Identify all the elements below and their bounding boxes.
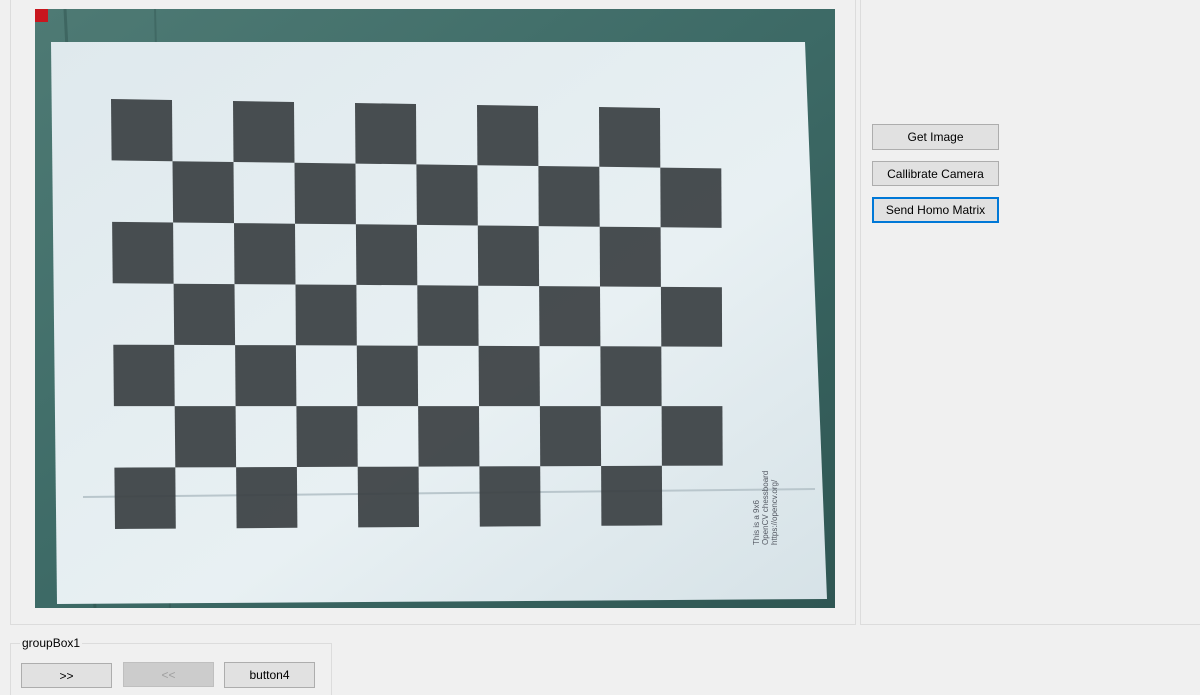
chessboard-square xyxy=(416,164,478,226)
chessboard-square xyxy=(296,406,358,467)
chessboard-square xyxy=(661,406,723,466)
chessboard-square xyxy=(600,346,662,407)
group-box-title: groupBox1 xyxy=(20,636,83,650)
chessboard-square xyxy=(479,466,541,527)
chessboard-square xyxy=(660,286,723,347)
send-homo-matrix-button[interactable]: Send Homo Matrix xyxy=(872,197,999,223)
chessboard-square xyxy=(539,406,602,467)
chessboard-square xyxy=(172,161,234,224)
chessboard-square xyxy=(599,226,661,287)
board-caption-line-2: OpenCV chessboard xyxy=(761,471,770,545)
chessboard-square xyxy=(538,166,600,227)
chessboard-square xyxy=(601,465,663,526)
chessboard-square xyxy=(113,344,175,407)
chessboard-square xyxy=(418,406,480,467)
calibrate-camera-button[interactable]: Callibrate Camera xyxy=(872,161,999,186)
chessboard-square xyxy=(111,99,173,162)
next-button[interactable]: >> xyxy=(21,663,112,688)
prev-button: << xyxy=(123,662,214,687)
chessboard-square xyxy=(235,345,297,407)
chessboard-square xyxy=(539,286,601,347)
chessboard-square xyxy=(599,107,661,168)
board-caption-line-1: This is a 9x6 xyxy=(752,500,761,545)
chessboard-square xyxy=(355,103,417,165)
corner-marker xyxy=(35,9,48,22)
chessboard-photo: This is a 9x6 OpenCV chessboard https://… xyxy=(35,9,835,608)
chessboard-square xyxy=(233,101,295,163)
button4-button[interactable]: button4 xyxy=(224,662,315,688)
main-window: This is a 9x6 OpenCV chessboard https://… xyxy=(0,0,1200,695)
chessboard-square xyxy=(294,162,356,225)
chessboard-square xyxy=(417,285,479,346)
get-image-button[interactable]: Get Image xyxy=(872,124,999,150)
chessboard-square xyxy=(477,105,539,166)
chessboard-square xyxy=(236,467,298,529)
camera-picture-box: This is a 9x6 OpenCV chessboard https://… xyxy=(35,9,835,608)
chessboard-square xyxy=(173,283,236,346)
chessboard-square xyxy=(114,467,176,529)
board-caption-line-3: https://opencv.org/ xyxy=(770,479,779,545)
chessboard-square xyxy=(356,345,419,407)
chessboard-square xyxy=(477,225,540,287)
controls-panel xyxy=(860,0,1200,625)
chessboard-square xyxy=(357,466,419,528)
chessboard-square xyxy=(234,223,296,285)
chessboard-square xyxy=(174,406,237,468)
chessboard-square xyxy=(478,345,540,407)
chessboard-square xyxy=(112,221,174,284)
chessboard-square xyxy=(355,224,418,286)
chessboard-square xyxy=(295,284,357,346)
chessboard-square xyxy=(660,167,722,228)
